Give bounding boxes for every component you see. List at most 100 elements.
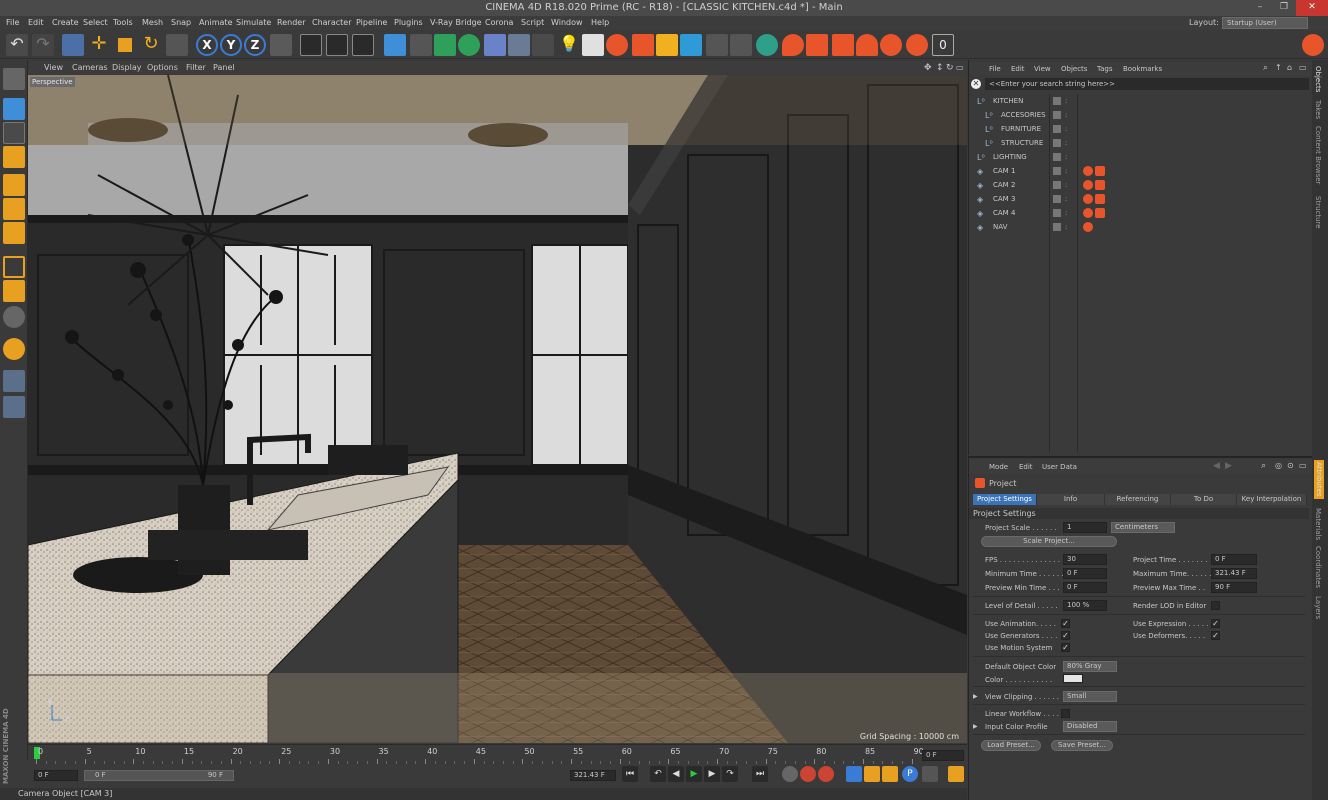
om-menu-bookmarks[interactable]: Bookmarks xyxy=(1123,65,1162,73)
next-key-icon[interactable]: ↷ xyxy=(722,766,738,782)
render-lod-checkbox[interactable] xyxy=(1211,601,1220,610)
key-position-icon[interactable] xyxy=(846,766,862,782)
polygons-mode-icon[interactable] xyxy=(3,222,25,244)
protection-tag-icon[interactable] xyxy=(1083,208,1093,218)
om-menu-file[interactable]: File xyxy=(989,65,1001,73)
object-row[interactable]: ◈ CAM 1: xyxy=(971,164,1309,178)
corona-material-icon[interactable] xyxy=(680,34,702,56)
default-object-color-dropdown[interactable]: 80% Gray xyxy=(1063,661,1117,672)
am-menu-mode[interactable]: Mode xyxy=(989,463,1008,471)
snapping-icon[interactable] xyxy=(3,306,25,328)
protection-tag-icon[interactable] xyxy=(1083,180,1093,190)
use-expression-checkbox[interactable]: ✓ xyxy=(1211,619,1220,628)
points-mode-icon[interactable] xyxy=(3,174,25,196)
om-menu-tags[interactable]: Tags xyxy=(1097,65,1113,73)
visibility-toggle-icon[interactable] xyxy=(1053,181,1061,189)
menu-tools[interactable]: Tools xyxy=(113,18,133,27)
am-search-icon[interactable]: ⌕ xyxy=(1261,461,1266,471)
side-tab-coordinates[interactable]: Coordinates xyxy=(1314,546,1322,588)
menu-window[interactable]: Window xyxy=(551,18,583,27)
linear-workflow-checkbox[interactable] xyxy=(1061,709,1070,718)
maximize-button[interactable]: ❐ xyxy=(1272,0,1296,16)
layout-dropdown[interactable]: Startup (User) xyxy=(1222,17,1308,29)
live-selection-icon[interactable] xyxy=(62,34,84,56)
key-rotation-icon[interactable] xyxy=(882,766,898,782)
om-menu-objects[interactable]: Objects xyxy=(1061,65,1087,73)
vp-menu-display[interactable]: Display xyxy=(112,63,142,72)
timeline-ruler[interactable]: 0 5 10 15 20 25 30 35 40 45 50 55 60 65 70 75 80 85 90 0 F xyxy=(28,744,967,764)
axis-mode-icon[interactable] xyxy=(3,256,25,278)
vray-light-icon[interactable] xyxy=(606,34,628,56)
object-row[interactable]: ◈ CAM 3: xyxy=(971,192,1309,206)
object-row[interactable]: L⁰ STRUCTURE: xyxy=(971,136,1309,150)
vp-menu-panel[interactable]: Panel xyxy=(213,63,235,72)
render-visibility-dots-icon[interactable]: : xyxy=(1065,178,1067,192)
object-row[interactable]: ◈ CAM 2: xyxy=(971,178,1309,192)
am-lock-icon[interactable]: ◎ xyxy=(1275,461,1282,470)
camera-tag-icon[interactable] xyxy=(1095,180,1105,190)
render-settings-icon[interactable] xyxy=(352,34,374,56)
object-row[interactable]: ◈ CAM 4: xyxy=(971,206,1309,220)
side-tab-structure[interactable]: Structure xyxy=(1314,196,1322,229)
menu-corona[interactable]: Corona xyxy=(485,18,513,27)
side-tab-layers[interactable]: Layers xyxy=(1314,596,1322,619)
play-icon[interactable]: ▶ xyxy=(686,766,702,782)
make-editable-icon[interactable] xyxy=(3,68,25,90)
visibility-toggle-icon[interactable] xyxy=(1053,125,1061,133)
render-visibility-dots-icon[interactable]: : xyxy=(1065,122,1067,136)
plugin-e-icon[interactable] xyxy=(906,34,928,56)
visibility-toggle-icon[interactable] xyxy=(1053,153,1061,161)
scale-project-button[interactable]: Scale Project... xyxy=(981,536,1117,547)
corona-interactive-icon[interactable] xyxy=(1302,34,1324,56)
om-home-icon[interactable]: ⌂ xyxy=(1287,63,1292,72)
vp-rotate-icon[interactable]: ↻ xyxy=(946,63,954,73)
use-animation-checkbox[interactable]: ✓ xyxy=(1061,619,1070,628)
light-icon[interactable]: 💡 xyxy=(558,34,580,56)
visibility-toggle-icon[interactable] xyxy=(1053,209,1061,217)
texture-mode-icon[interactable] xyxy=(3,122,25,144)
prev-frame-icon[interactable]: ◀ xyxy=(668,766,684,782)
use-deformers-checkbox[interactable]: ✓ xyxy=(1211,631,1220,640)
next-frame-icon[interactable]: ▶ xyxy=(704,766,720,782)
menu-create[interactable]: Create xyxy=(52,18,79,27)
prev-key-icon[interactable]: ↶ xyxy=(650,766,666,782)
use-generators-checkbox[interactable]: ✓ xyxy=(1061,631,1070,640)
visibility-toggle-icon[interactable] xyxy=(1053,139,1061,147)
tab-info[interactable]: Info xyxy=(1037,494,1105,505)
recent-tools-icon[interactable] xyxy=(166,34,188,56)
preview-max-time-field[interactable]: 90 F xyxy=(1211,582,1257,593)
menu-snap[interactable]: Snap xyxy=(171,18,191,27)
side-tab-attributes[interactable]: Attributes xyxy=(1314,460,1324,499)
render-visibility-dots-icon[interactable]: : xyxy=(1065,164,1067,178)
fps-field[interactable]: 30 xyxy=(1063,554,1107,565)
viewport-perspective[interactable]: Perspective y z Grid Spacing : 10000 cm xyxy=(28,75,967,743)
menu-edit[interactable]: Edit xyxy=(28,18,44,27)
menu-help[interactable]: Help xyxy=(591,18,609,27)
x-axis-lock-icon[interactable]: X xyxy=(196,34,218,56)
preview-min-time-field[interactable]: 0 F xyxy=(1063,582,1107,593)
viewport-label[interactable]: Perspective xyxy=(30,77,75,87)
menu-vray-bridge[interactable]: V-Ray Bridge xyxy=(430,18,482,27)
project-scale-unit-dropdown[interactable]: Centimeters xyxy=(1111,522,1175,533)
render-visibility-dots-icon[interactable]: : xyxy=(1065,192,1067,206)
render-visibility-dots-icon[interactable]: : xyxy=(1065,220,1067,234)
visibility-toggle-icon[interactable] xyxy=(1053,167,1061,175)
camera-tag-icon[interactable] xyxy=(1095,208,1105,218)
om-nav-up-icon[interactable]: ↑ xyxy=(1275,63,1282,72)
object-row[interactable]: ◈ NAV: xyxy=(971,220,1309,234)
input-color-profile-dropdown[interactable]: Disabled xyxy=(1063,721,1117,732)
maximum-time-field[interactable]: 321.43 F xyxy=(1211,568,1257,579)
render-picture-viewer-icon[interactable] xyxy=(326,34,348,56)
menu-render[interactable]: Render xyxy=(277,18,305,27)
planar-workplane-icon[interactable] xyxy=(3,396,25,418)
vp-menu-filter[interactable]: Filter xyxy=(186,63,206,72)
corona-scatter-icon[interactable] xyxy=(730,34,752,56)
om-menu-view[interactable]: View xyxy=(1034,65,1051,73)
render-visibility-dots-icon[interactable]: : xyxy=(1065,206,1067,220)
menu-mesh[interactable]: Mesh xyxy=(142,18,163,27)
menu-select[interactable]: Select xyxy=(83,18,108,27)
am-toggle-icon[interactable]: ▭ xyxy=(1299,461,1307,470)
subdivision-surface-icon[interactable] xyxy=(434,34,456,56)
object-row[interactable]: L⁰ FURNITURE: xyxy=(971,122,1309,136)
menu-animate[interactable]: Animate xyxy=(199,18,233,27)
